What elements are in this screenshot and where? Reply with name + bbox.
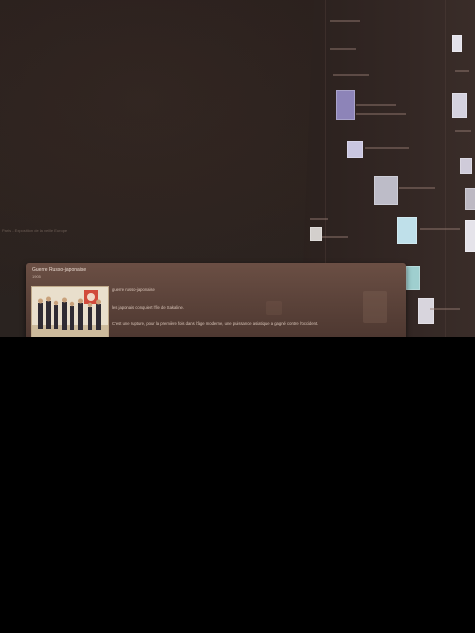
timeline-text-line <box>330 48 356 50</box>
timeline-text-line <box>330 20 360 22</box>
timeline-item-thumbnail[interactable] <box>347 141 363 158</box>
timeline-text-line <box>455 70 469 72</box>
timeline-text-line <box>333 74 369 76</box>
event-detail-popup[interactable]: Guerre Russo-japonaise 1905 guerre russo… <box>26 263 406 348</box>
timeline-item-thumbnail[interactable] <box>374 176 398 205</box>
timeline-item-thumbnail[interactable] <box>397 217 417 244</box>
timeline-text-line <box>322 236 348 238</box>
event-title: Guerre Russo-japonaise <box>32 267 87 273</box>
timeline-item-thumbnail[interactable] <box>310 227 322 241</box>
timeline-text-line <box>399 187 435 189</box>
timeline-text-line <box>365 147 409 149</box>
timeline-item-thumbnail[interactable] <box>406 266 420 290</box>
empty-viewport <box>0 337 475 633</box>
event-year: 1905 <box>32 274 41 279</box>
timeline-text-line <box>430 308 460 310</box>
timeline-item-thumbnail[interactable] <box>452 35 462 52</box>
background-caption: Paris - Exposition de la veille Europe <box>2 228 68 233</box>
timeline-text-line <box>310 218 328 220</box>
timeline-item-thumbnail[interactable] <box>465 188 475 210</box>
timeline-text-line <box>420 228 460 230</box>
timeline-text-line <box>356 104 396 106</box>
timeline-text-line <box>455 130 471 132</box>
event-description-line: C'est une rupture, pour la première fois… <box>112 321 319 326</box>
faded-related-thumbnail <box>266 301 282 315</box>
timeline-item-thumbnail[interactable] <box>452 93 467 118</box>
timeline-item-thumbnail[interactable] <box>336 90 355 120</box>
timeline-item-thumbnail[interactable] <box>418 298 434 324</box>
historical-illustration-icon[interactable] <box>31 286 109 344</box>
timeline-text-line <box>356 113 406 115</box>
event-description-line: les japonais conquiert l'île de Sakaline… <box>112 305 185 310</box>
timeline-item-thumbnail[interactable] <box>465 220 475 252</box>
illustration-soldiers-icon <box>32 287 108 343</box>
faded-related-thumbnail <box>363 291 387 323</box>
timeline-item-thumbnail[interactable] <box>460 158 472 174</box>
event-description-line: guerre russo-japonaise <box>112 287 155 292</box>
timeline-viewer: Paris - Exposition de la veille Europe G… <box>0 0 475 633</box>
